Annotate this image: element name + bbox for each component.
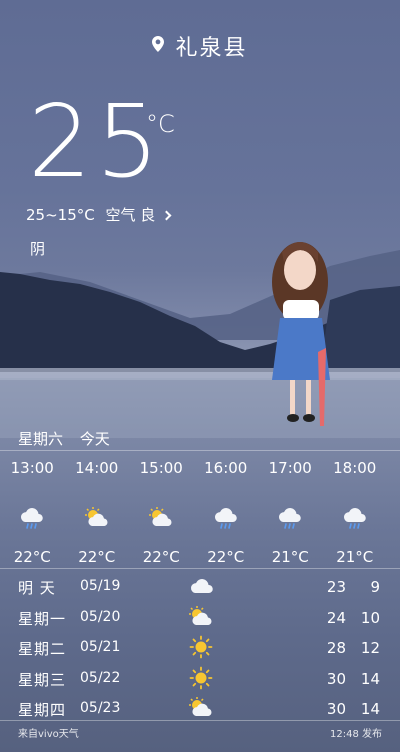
- hour-time: 17:00: [268, 459, 312, 477]
- hour-temp: 21°C: [271, 548, 309, 566]
- daily-high: 30: [326, 669, 346, 688]
- weekday-label: 星期六: [18, 430, 64, 448]
- daily-date: 05/21: [80, 639, 121, 655]
- footer: 来自vivo天气 12:48 发布: [0, 722, 400, 752]
- cloud-rain-icon: [194, 500, 259, 536]
- sun-icon: [186, 634, 216, 660]
- chevron-right-icon: [161, 210, 172, 221]
- hour-time: 18:00: [333, 459, 377, 477]
- hour-item: 16:00 22°C: [194, 452, 259, 566]
- hourly-forecast[interactable]: 13:00 22°C 14:00 22°C 15:00 22°C 16:00 2…: [0, 452, 400, 566]
- sun-icon: [186, 665, 216, 691]
- location-header[interactable]: 礼泉县: [0, 30, 400, 62]
- daily-high: 24: [326, 608, 346, 627]
- hour-time: 15:00: [139, 459, 183, 477]
- temp-range: 25~15°C: [26, 206, 95, 224]
- sun-cloud-icon: [65, 500, 130, 536]
- hour-item: 14:00 22°C: [65, 452, 130, 566]
- daily-row[interactable]: 星期三 05/22 30 14: [0, 665, 400, 696]
- cloud-icon: [186, 573, 216, 599]
- daily-row[interactable]: 星期一 05/20 24 10: [0, 604, 400, 635]
- hour-item: 13:00 22°C: [0, 452, 65, 566]
- daily-low: 14: [360, 669, 380, 688]
- daily-high: 28: [326, 639, 346, 657]
- hour-temp: 22°C: [78, 548, 116, 566]
- divider: [0, 568, 400, 569]
- cloud-rain-icon: [323, 500, 388, 536]
- daily-date: 05/20: [80, 608, 121, 625]
- temp-range-row[interactable]: 25~15°C 空气 良: [26, 204, 176, 225]
- weather-condition: 阴: [30, 240, 46, 258]
- published-time: 12:48 发布: [330, 729, 382, 740]
- daily-day: 星期二: [18, 640, 67, 658]
- hour-item: 18:00 21°C: [323, 452, 388, 566]
- hour-temp: 22°C: [142, 548, 180, 566]
- daily-low: 9: [370, 578, 380, 596]
- hour-time: 13:00: [10, 459, 54, 477]
- divider: [0, 720, 400, 721]
- daily-date: 05/19: [80, 578, 121, 594]
- cloud-rain-icon: [0, 500, 65, 536]
- hour-item: 15:00 22°C: [129, 452, 194, 566]
- city-name: 礼泉县: [175, 36, 248, 61]
- hourly-day-label: 星期六 今天: [18, 428, 122, 449]
- daily-day: 明 天: [18, 579, 56, 597]
- hour-temp: 22°C: [13, 548, 51, 566]
- divider: [0, 450, 400, 451]
- daily-row[interactable]: 明 天 05/19 23 9: [0, 573, 400, 604]
- air-quality: 空气 良: [105, 206, 156, 224]
- hour-time: 16:00: [204, 459, 248, 477]
- hour-temp: 22°C: [207, 548, 245, 566]
- daily-row[interactable]: 星期二 05/21 28 12: [0, 634, 400, 665]
- temperature-unit: °C: [146, 110, 175, 138]
- daily-day: 星期三: [18, 670, 67, 689]
- daily-low: 14: [360, 700, 380, 718]
- cloud-rain-icon: [258, 500, 323, 536]
- today-label: 今天: [79, 430, 110, 448]
- daily-forecast[interactable]: 明 天 05/19 23 9 星期一 05/20 24 10 星期二 05/21…: [0, 573, 400, 726]
- source-label: 来自vivo天气: [18, 729, 79, 740]
- hour-item: 17:00 21°C: [258, 452, 323, 566]
- hour-time: 14:00: [75, 459, 119, 477]
- daily-day: 星期一: [18, 609, 67, 628]
- daily-date: 05/23: [80, 700, 121, 716]
- daily-low: 12: [360, 639, 380, 657]
- hour-temp: 21°C: [336, 548, 374, 566]
- location-pin-icon: [152, 36, 165, 56]
- daily-day: 星期四: [18, 701, 67, 719]
- daily-date: 05/22: [80, 669, 121, 686]
- sun-cloud-icon: [186, 604, 216, 630]
- current-temperature: 25: [28, 83, 164, 200]
- daily-high: 30: [326, 700, 346, 718]
- sun-cloud-icon: [129, 500, 194, 536]
- daily-high: 23: [326, 578, 346, 596]
- daily-low: 10: [360, 608, 380, 627]
- sun-cloud-icon: [186, 695, 216, 721]
